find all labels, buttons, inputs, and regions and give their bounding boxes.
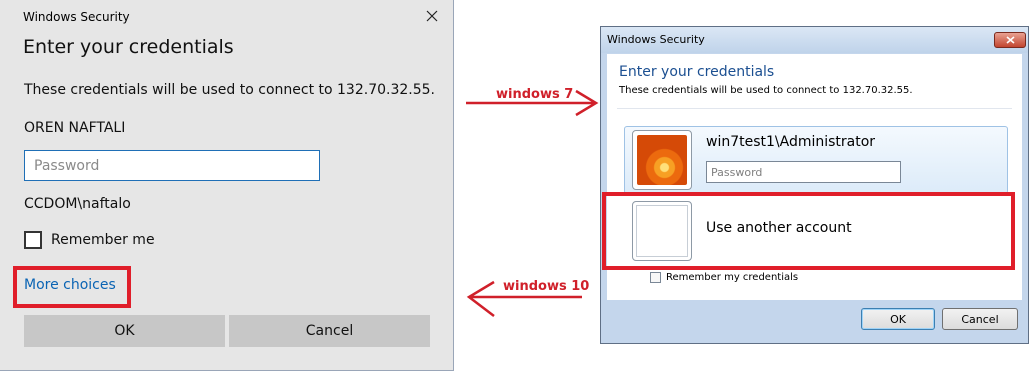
username-label: win7test1\Administrator xyxy=(706,134,876,150)
dialog-heading: Enter your credentials xyxy=(619,64,775,80)
user-avatar xyxy=(632,130,692,190)
more-choices-highlight xyxy=(13,266,131,308)
win7-credential-dialog: Windows Security Enter your credentials … xyxy=(600,26,1029,344)
remember-credentials-checkbox[interactable]: Remember my credentials xyxy=(650,272,798,283)
win10-credential-dialog: Windows Security Enter your credentials … xyxy=(0,0,454,371)
remember-me-checkbox[interactable]: Remember me xyxy=(24,231,155,249)
close-icon xyxy=(1005,36,1015,44)
left-arrow-icon xyxy=(466,280,582,317)
dialog-description: These credentials will be used to connec… xyxy=(619,85,913,96)
username-label: OREN NAFTALI xyxy=(24,120,126,136)
ok-button[interactable]: OK xyxy=(861,308,935,330)
password-input[interactable] xyxy=(706,161,901,183)
close-button[interactable] xyxy=(422,6,442,26)
remember-me-label: Remember me xyxy=(51,232,155,248)
ok-button[interactable]: OK xyxy=(24,315,225,347)
use-another-account-highlight xyxy=(602,192,1015,270)
right-arrow-icon xyxy=(466,89,599,117)
checkbox-box[interactable] xyxy=(650,272,661,283)
remember-credentials-label: Remember my credentials xyxy=(666,272,799,283)
close-button[interactable] xyxy=(994,32,1026,48)
password-input[interactable] xyxy=(24,150,320,181)
cancel-button[interactable]: Cancel xyxy=(942,308,1018,330)
flower-avatar-icon xyxy=(637,135,687,185)
checkbox-box[interactable] xyxy=(24,231,42,249)
dialog-title: Windows Security xyxy=(23,10,130,24)
close-icon xyxy=(426,10,438,22)
cancel-button[interactable]: Cancel xyxy=(229,315,430,347)
dialog-title: Windows Security xyxy=(607,33,705,46)
title-bar: Windows Security xyxy=(601,27,1028,53)
domain-user-label: CCDOM\naftalo xyxy=(24,196,131,212)
separator xyxy=(617,108,1012,109)
dialog-heading: Enter your credentials xyxy=(23,36,234,58)
dialog-description: These credentials will be used to connec… xyxy=(24,82,435,98)
